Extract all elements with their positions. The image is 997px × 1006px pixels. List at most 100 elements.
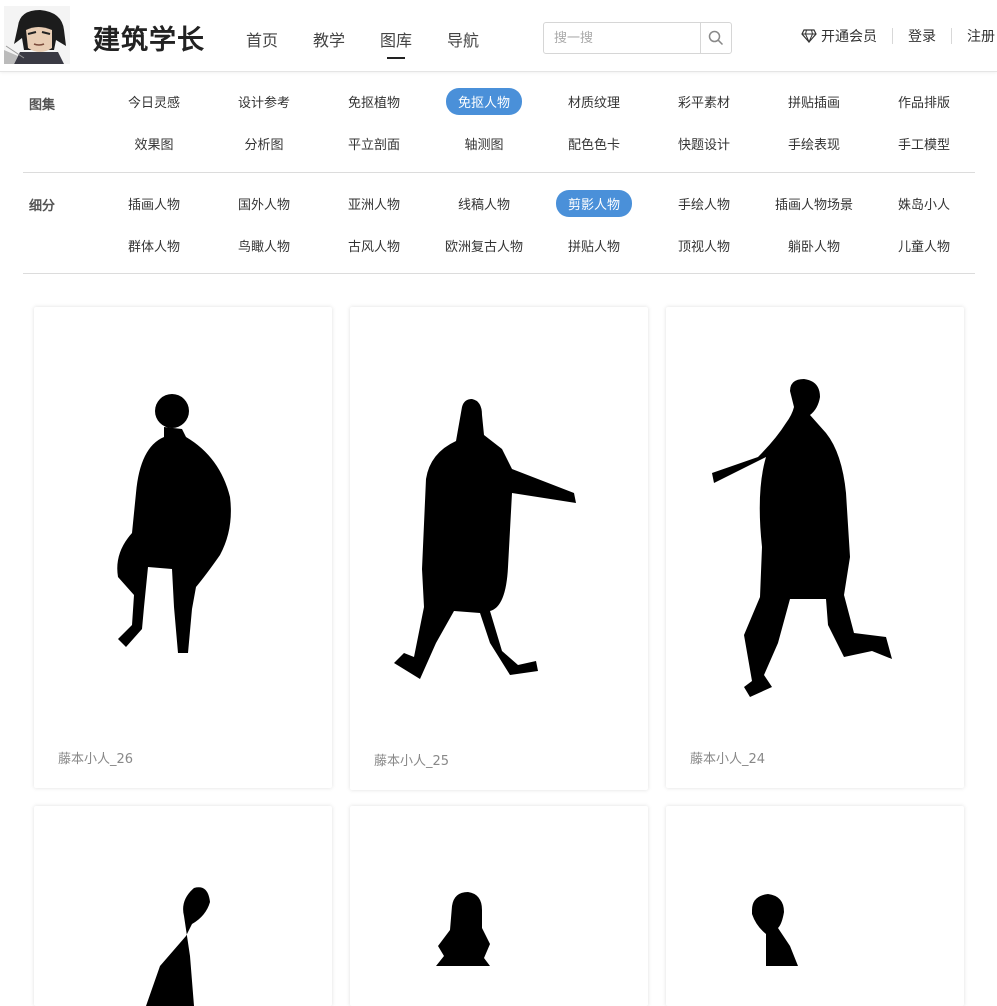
silhouette-figure [436,892,490,966]
gallery-tag-label: 手工模型 [897,137,950,153]
subcategory-tag[interactable]: 鸟瞰人物 [209,224,319,266]
subcategory-tag-label: 线稿人物 [457,197,510,213]
gallery-tag[interactable]: 分析图 [209,122,319,164]
nav-navigation[interactable]: 导航 [447,27,479,51]
gallery-tag-label: 配色色卡 [567,137,620,153]
image-card[interactable]: 藤本小人_26 [34,307,332,788]
subcategory-tag[interactable]: 国外人物 [209,182,319,224]
subcategory-tag[interactable]: 古风人物 [319,224,429,266]
gallery-tag[interactable]: 手绘表现 [759,122,869,164]
subcategory-tag-label: 姝岛小人 [897,197,950,213]
silhouette-figure [752,894,798,966]
gallery-tag-label: 快题设计 [677,137,730,153]
subcategory-tag-label: 插画人物 [127,197,180,213]
nav-gallery[interactable]: 图库 [380,27,412,59]
gallery-tag-label: 拼贴插画 [787,95,840,111]
vip-label: 开通会员 [821,29,877,45]
subcategory-tag[interactable]: 顶视人物 [649,224,759,266]
subcategory-tag[interactable]: 亚洲人物 [319,182,429,224]
card-title: 藤本小人_26 [58,752,134,767]
gallery-tag-label: 平立剖面 [347,137,400,153]
site-logo-text[interactable]: 建筑学长 [93,18,205,57]
subcategory-tag[interactable]: 拼贴人物 [539,224,649,266]
gallery-tag-label: 效果图 [134,137,174,153]
subcategory-tag-label: 欧洲复古人物 [444,239,523,255]
gallery-tag[interactable]: 轴测图 [429,122,539,164]
gallery-tag[interactable]: 免抠人物 [429,80,539,122]
subcategory-tag-label: 古风人物 [347,239,400,255]
subcategory-tag[interactable]: 插画人物 [99,182,209,224]
subcategory-tag[interactable]: 儿童人物 [869,224,979,266]
divider [951,28,952,44]
subcategory-tag[interactable]: 插画人物场景 [759,182,869,224]
subcategory-tag[interactable]: 群体人物 [99,224,209,266]
gallery-tag-label: 材质纹理 [567,95,620,111]
gallery-tag-label: 轴测图 [464,137,504,153]
subcategory-tag-label: 亚洲人物 [347,197,400,213]
subcategory-tag-label: 顶视人物 [677,239,730,255]
gallery-tag-label: 分析图 [244,137,284,153]
gallery-filter-label: 图集 [29,98,56,113]
gallery-tag-label: 设计参考 [237,95,290,111]
gallery-tag[interactable]: 设计参考 [209,80,319,122]
subcategory-filter-label: 细分 [29,199,56,214]
subcategory-tag[interactable]: 姝岛小人 [869,182,979,224]
gallery-tag[interactable]: 效果图 [99,122,209,164]
gallery-tag-label: 手绘表现 [787,137,840,153]
nav-home[interactable]: 首页 [246,27,278,51]
user-nav: 开通会员 登录 注册 [801,26,995,46]
subcategory-tag[interactable]: 躺卧人物 [759,224,869,266]
gallery-tag[interactable]: 彩平素材 [649,80,759,122]
subcategory-tag[interactable]: 手绘人物 [649,182,759,224]
search-icon [708,30,724,46]
gallery-tag[interactable]: 材质纹理 [539,80,649,122]
subcategory-tag[interactable]: 线稿人物 [429,182,539,224]
subcategory-tag-label: 国外人物 [237,197,290,213]
subcategory-tag-list: 插画人物 国外人物 亚洲人物 线稿人物 剪影人物 手绘人物 插画人物场景 姝岛小人群体人物 鸟瞰… [99,182,975,266]
subcategory-tag[interactable]: 剪影人物 [539,182,649,224]
image-card[interactable] [350,806,648,1006]
gallery-tag-label: 今日灵感 [127,95,180,111]
silhouette-figure [117,394,231,653]
gallery-tag-list: 今日灵感 设计参考 免抠植物 免抠人物 材质纹理 彩平素材 拼贴插画 作品排版效果图 分析图 平立… [99,80,975,164]
search-button[interactable] [700,23,731,53]
register-link[interactable]: 注册 [967,26,995,46]
divider [892,28,893,44]
image-card[interactable]: 藤本小人_24 [666,307,964,788]
gallery-tag[interactable]: 配色色卡 [539,122,649,164]
gallery-tag[interactable]: 平立剖面 [319,122,429,164]
subcategory-tag[interactable]: 欧洲复古人物 [429,224,539,266]
subcategory-tag-label: 儿童人物 [897,239,950,255]
search-input[interactable] [544,23,700,53]
image-card[interactable] [666,806,964,1006]
silhouette-figure [394,399,576,679]
gallery-tag-label: 彩平素材 [677,95,730,111]
gallery-filter: 图集 今日灵感 设计参考 免抠植物 免抠人物 材质纹理 彩平素材 拼贴插画 作品排版效果图 分析… [23,72,975,173]
gallery-tag[interactable]: 作品排版 [869,80,979,122]
gallery-tag[interactable]: 今日灵感 [99,80,209,122]
card-title: 藤本小人_24 [690,752,766,767]
search-box [543,22,732,54]
subcategory-tag-label: 手绘人物 [677,197,730,213]
gallery-tag[interactable]: 免抠植物 [319,80,429,122]
login-link[interactable]: 登录 [908,26,936,46]
subcategory-filter: 细分 插画人物 国外人物 亚洲人物 线稿人物 剪影人物 手绘人物 插画人物场景 姝岛小人群体人… [23,173,975,274]
card-title: 藤本小人_25 [374,754,450,769]
nav-teaching[interactable]: 教学 [313,27,345,51]
gallery-tag-label: 作品排版 [897,95,950,111]
gallery-tag[interactable]: 快题设计 [649,122,759,164]
subcategory-tag-label: 剪影人物 [555,189,632,217]
subcategory-tag-label: 插画人物场景 [774,197,853,213]
avatar[interactable] [4,6,70,64]
subcategory-tag-label: 拼贴人物 [567,239,620,255]
gallery-tag[interactable]: 拼贴插画 [759,80,869,122]
silhouette-figure [146,887,210,1006]
silhouette-figure [712,379,892,697]
gallery-tag[interactable]: 手工模型 [869,122,979,164]
subcategory-tag-label: 群体人物 [127,239,180,255]
subcategory-tag-label: 鸟瞰人物 [237,239,290,255]
vip-link[interactable]: 开通会员 [801,26,877,46]
image-card[interactable]: 藤本小人_25 [350,307,648,790]
gallery-tag-label: 免抠人物 [445,87,522,115]
image-card[interactable] [34,806,332,1006]
